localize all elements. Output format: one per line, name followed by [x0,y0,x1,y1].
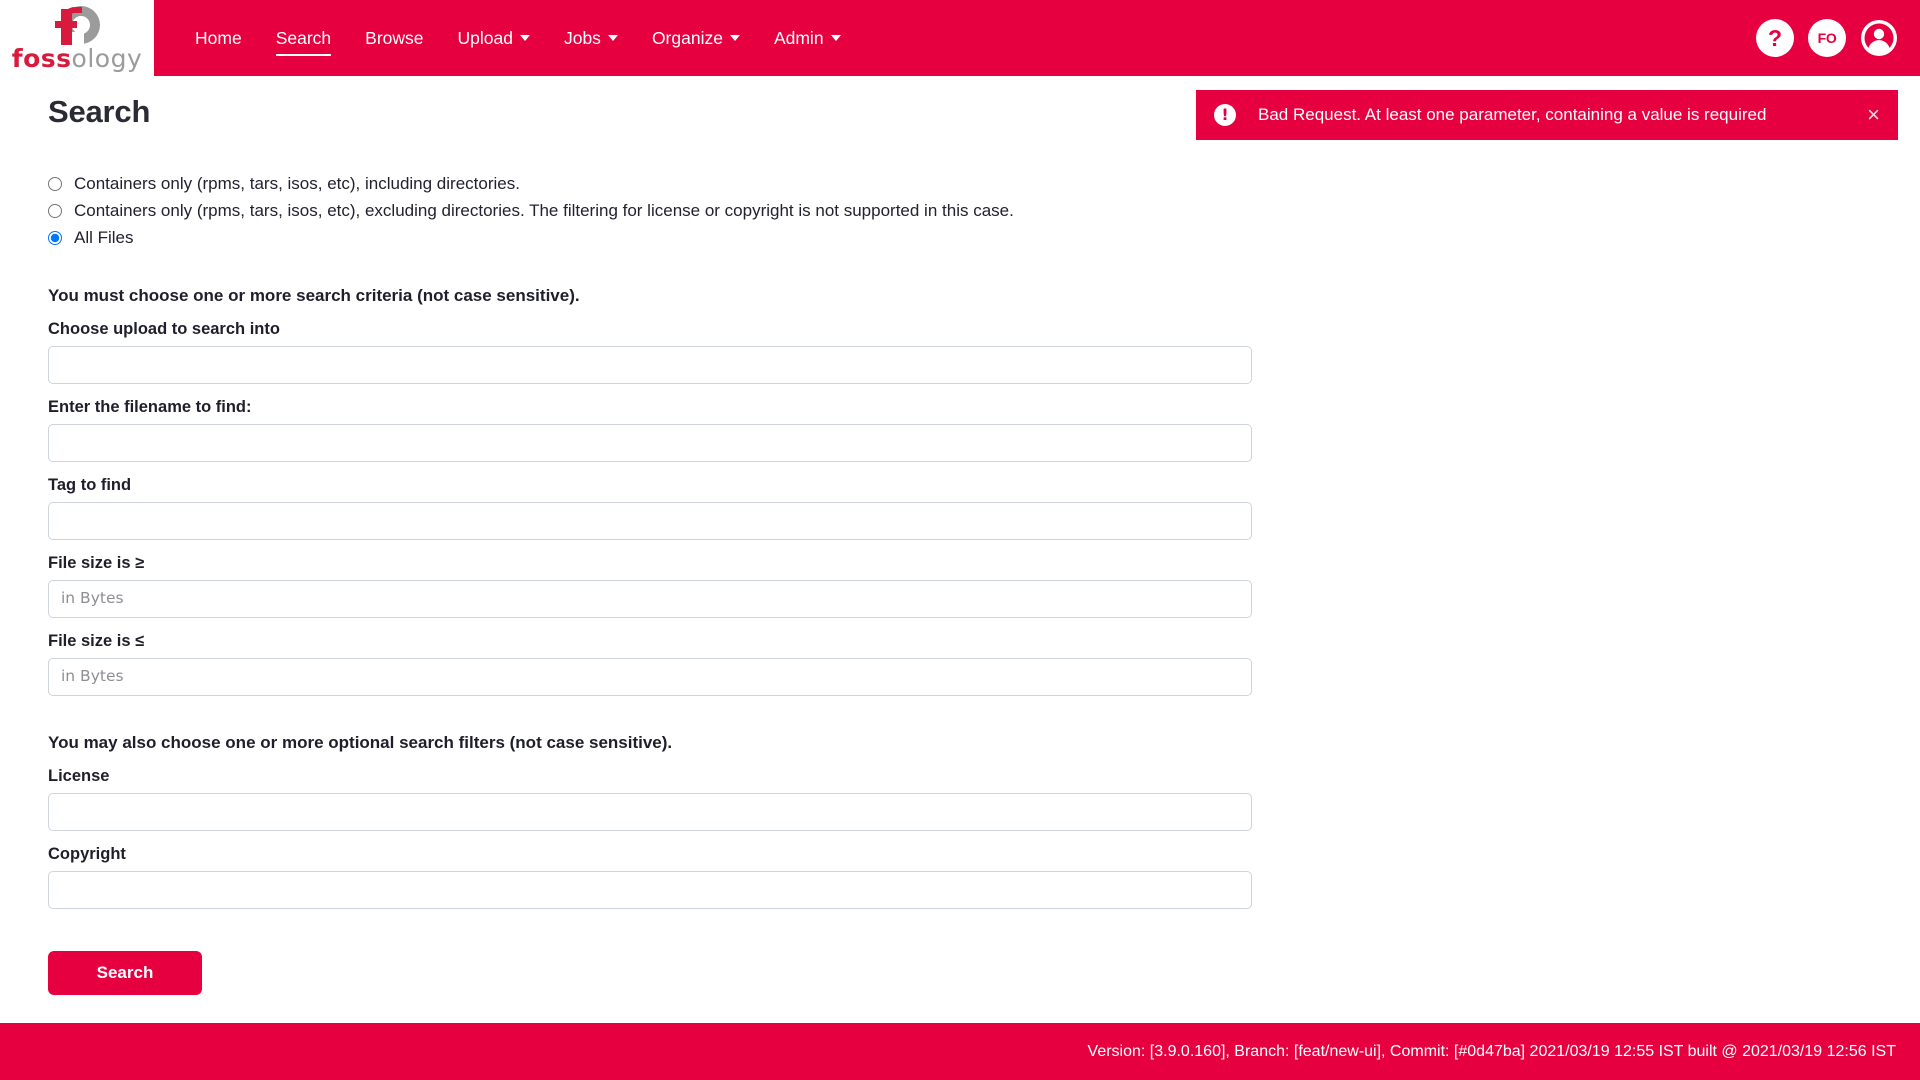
chevron-down-icon [830,35,841,41]
radio-containers-including-dirs-label[interactable]: Containers only (rpms, tars, isos, etc),… [74,174,520,194]
nav-item-upload[interactable]: Upload [441,0,547,76]
fossology-logo-icon [50,5,104,45]
organization-badge-label: FO [1817,30,1837,46]
radio-row-containers-excluding-dirs[interactable]: Containers only (rpms, tars, isos, etc),… [48,200,1920,222]
help-icon-label: ? [1767,24,1783,51]
brand-name-light: ology [71,44,143,73]
field-tag: Tag to find [48,476,1252,540]
nav-item-organize-label: Organize [651,27,723,48]
nav-item-jobs-label: Jobs [563,27,601,48]
chevron-down-icon [607,35,618,41]
field-tag-label: Tag to find [48,476,132,494]
nav-item-upload-label: Upload [457,27,513,48]
top-navbar: fossology Home Search Browse Upload Jobs… [0,0,1920,76]
version-info: Version: [3.9.0.160], Branch: [feat/new-… [1087,1042,1896,1060]
field-size-min: File size is ≥ [48,554,1252,618]
field-copyright-label: Copyright [48,845,126,863]
tag-input[interactable] [48,502,1252,540]
field-size-min-label: File size is ≥ [48,554,145,572]
nav-item-browse-label: Browse [365,27,424,48]
size-min-input[interactable] [48,580,1252,618]
nav-item-home[interactable]: Home [178,0,259,76]
radio-all-files[interactable] [48,231,62,245]
nav-item-jobs[interactable]: Jobs [547,0,635,76]
radio-containers-excluding-dirs-label[interactable]: Containers only (rpms, tars, isos, etc),… [74,201,1014,221]
nav-item-admin-label: Admin [773,27,824,48]
field-license-label: License [48,767,110,785]
brand-logo[interactable]: fossology [0,0,154,76]
nav-item-home-label: Home [195,27,242,48]
nav-items: Home Search Browse Upload Jobs Organize … [178,0,858,76]
search-scope-radio-group: Containers only (rpms, tars, isos, etc),… [0,130,1920,249]
field-copyright: Copyright [48,845,1252,909]
filename-input[interactable] [48,424,1252,462]
chevron-down-icon [729,35,740,41]
radio-containers-excluding-dirs[interactable] [48,204,62,218]
criteria-note: You must choose one or more search crite… [48,286,580,305]
field-size-max-label: File size is ≤ [48,632,145,650]
search-button[interactable]: Search [48,951,202,995]
nav-item-search-label: Search [275,27,332,48]
field-filename: Enter the filename to find: [48,398,1252,462]
page-footer: Version: [3.9.0.160], Branch: [feat/new-… [0,1023,1920,1080]
size-max-input[interactable] [48,658,1252,696]
radio-row-containers-including-dirs[interactable]: Containers only (rpms, tars, isos, etc),… [48,173,1920,195]
help-icon[interactable]: ? [1756,19,1794,57]
nav-item-search[interactable]: Search [259,0,348,76]
nav-item-organize[interactable]: Organize [635,0,757,76]
field-upload: Choose upload to search into [48,320,1252,384]
nav-item-admin[interactable]: Admin [757,0,858,76]
page-content: Search Containers only (rpms, tars, isos… [0,76,1920,995]
search-form: You must choose one or more search crite… [0,286,1252,995]
radio-all-files-label[interactable]: All Files [74,228,134,248]
field-size-max: File size is ≤ [48,632,1252,696]
brand-wordmark: fossology [12,46,143,71]
copyright-input[interactable] [48,871,1252,909]
nav-right-actions: ? FO [1756,0,1898,76]
field-filename-label: Enter the filename to find: [48,398,252,416]
radio-row-all-files[interactable]: All Files [48,227,1920,249]
upload-input[interactable] [48,346,1252,384]
license-input[interactable] [48,793,1252,831]
brand-name-bold: foss [11,44,72,73]
page-title: Search [48,94,151,129]
field-upload-label: Choose upload to search into [48,320,280,338]
radio-containers-including-dirs[interactable] [48,177,62,191]
field-license: License [48,767,1252,831]
chevron-down-icon [519,35,530,41]
organization-badge[interactable]: FO [1808,19,1846,57]
user-avatar-icon[interactable] [1860,19,1898,57]
nav-item-browse[interactable]: Browse [348,0,440,76]
filters-note: You may also choose one or more optional… [48,733,673,752]
